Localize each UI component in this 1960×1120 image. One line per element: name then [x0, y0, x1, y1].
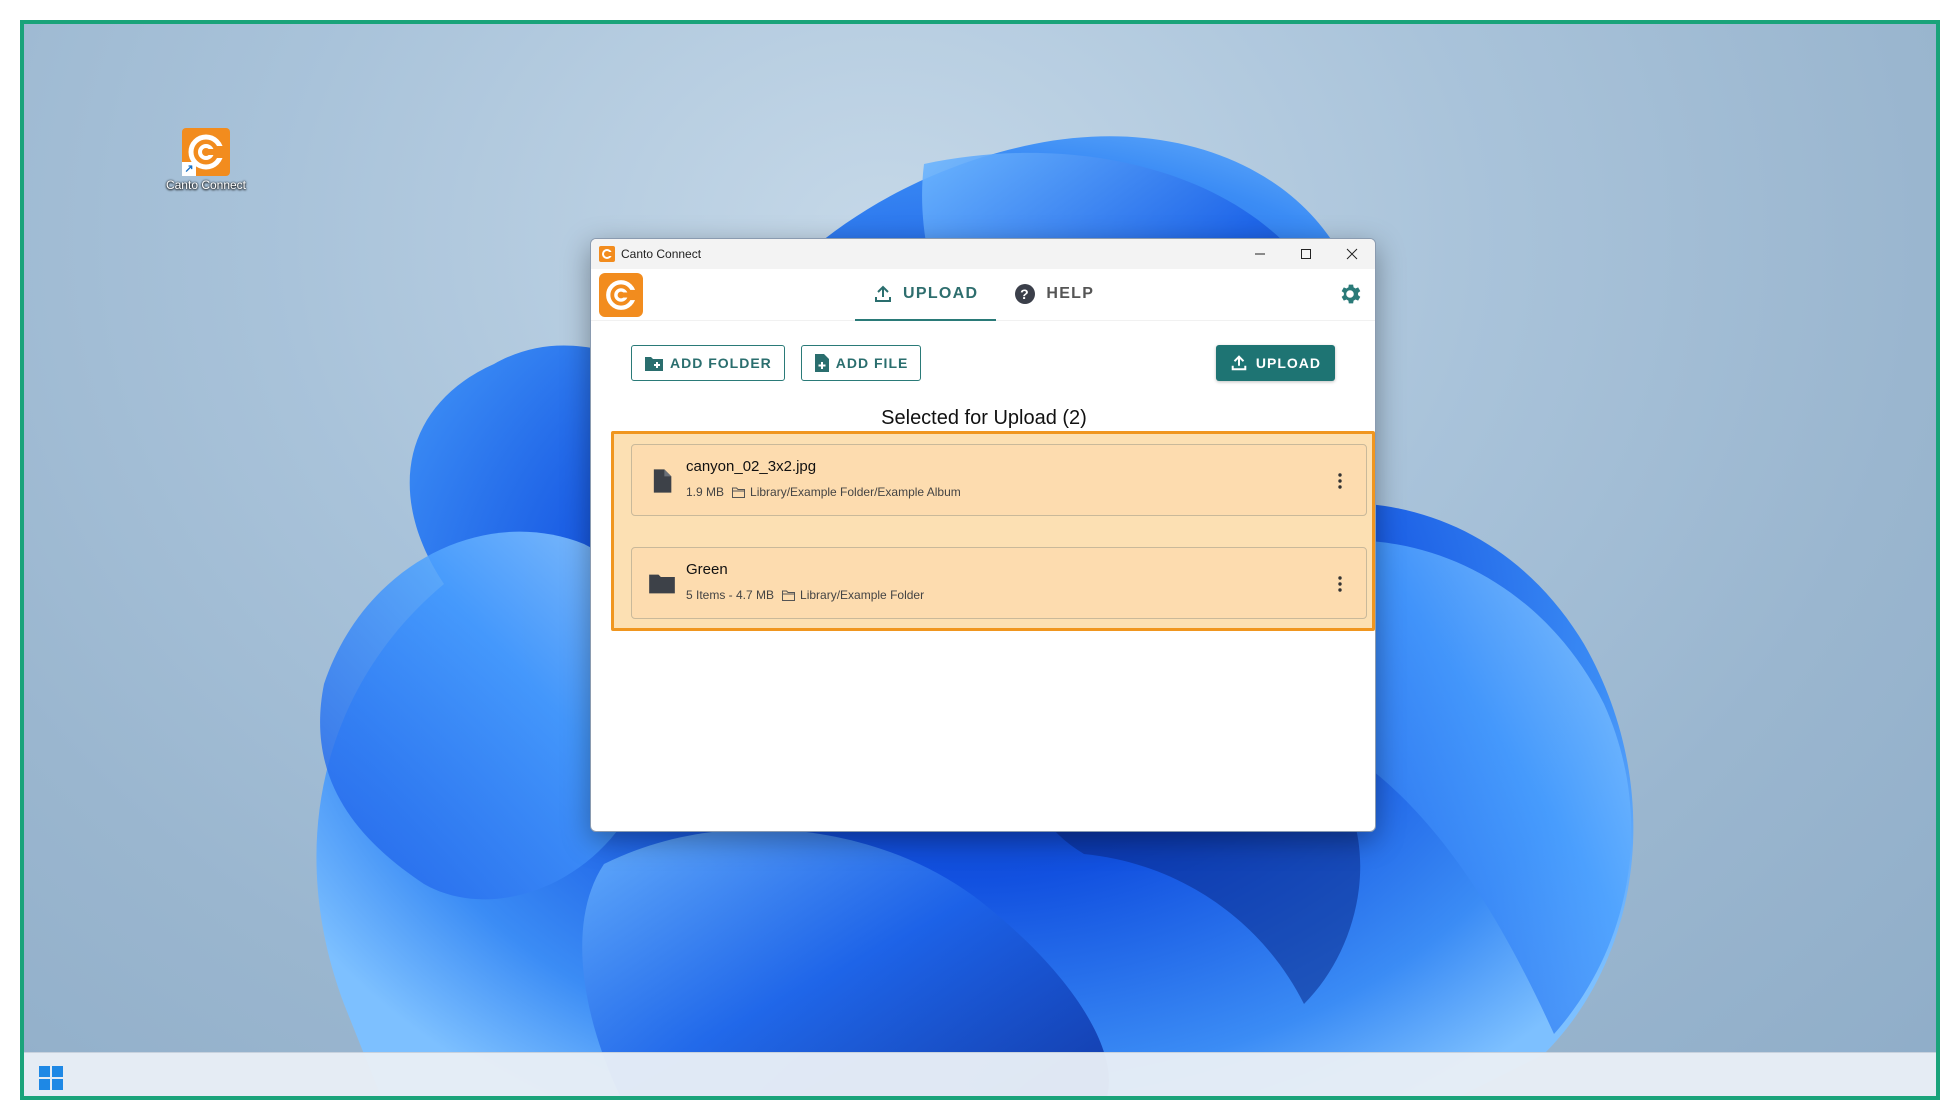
taskbar	[24, 1052, 1936, 1096]
folder-icon	[649, 574, 675, 594]
tab-upload[interactable]: UPLOAD	[855, 269, 997, 321]
folder-add-icon	[645, 357, 663, 371]
windows-start-icon[interactable]	[38, 1065, 64, 1091]
list-item[interactable]: Green 5 Items - 4.7 MB Library/Example F…	[631, 547, 1367, 619]
tab-help-label: HELP	[1046, 285, 1095, 302]
gear-icon[interactable]	[1337, 281, 1363, 307]
file-add-icon	[814, 354, 829, 372]
screenshot-frame: ↗ Canto Connect Canto Connect UPLOAD ? H…	[20, 20, 1940, 1100]
item-name: canyon_02_3x2.jpg	[686, 458, 817, 475]
folder-outline-icon	[782, 590, 796, 601]
upload-button[interactable]: UPLOAD	[1215, 345, 1335, 381]
more-vertical-icon[interactable]	[1336, 471, 1344, 491]
list-item[interactable]: canyon_02_3x2.jpg 1.9 MB Library/Example…	[631, 444, 1367, 516]
desktop-shortcut-label: Canto Connect	[165, 178, 247, 192]
upload-button-label: UPLOAD	[1255, 355, 1321, 371]
canto-logo-icon	[599, 273, 643, 317]
more-vertical-icon[interactable]	[1336, 574, 1344, 594]
canto-app-icon	[599, 246, 615, 262]
app-header: UPLOAD ? HELP	[591, 269, 1375, 321]
close-button[interactable]	[1329, 239, 1375, 269]
maximize-icon	[1301, 249, 1311, 259]
svg-text:?: ?	[1020, 286, 1030, 302]
add-file-button[interactable]: ADD FILE	[800, 345, 922, 381]
selected-for-upload-title: Selected for Upload (2)	[881, 407, 1087, 429]
minimize-icon	[1255, 253, 1265, 255]
item-destination: Library/Example Folder	[800, 588, 925, 602]
shortcut-arrow-icon: ↗	[182, 162, 196, 176]
add-file-label: ADD FILE	[835, 355, 909, 371]
add-folder-label: ADD FOLDER	[670, 355, 772, 371]
item-name: Green	[686, 561, 728, 578]
desktop-shortcut-canto-connect[interactable]: ↗ Canto Connect	[156, 128, 256, 192]
canto-app-icon: ↗	[182, 128, 230, 176]
maximize-button[interactable]	[1283, 239, 1329, 269]
folder-outline-icon	[732, 487, 746, 498]
item-size: 1.9 MB	[686, 485, 725, 499]
tab-upload-label: UPLOAD	[903, 285, 979, 302]
item-size: 5 Items - 4.7 MB	[686, 588, 775, 602]
file-icon	[653, 469, 672, 493]
item-destination: Library/Example Folder/Example Album	[750, 485, 961, 499]
close-icon	[1346, 248, 1358, 260]
add-folder-button[interactable]: ADD FOLDER	[631, 345, 785, 381]
window-titlebar[interactable]: Canto Connect	[591, 239, 1375, 269]
upload-icon	[1231, 355, 1247, 371]
window-title: Canto Connect	[621, 247, 702, 261]
tab-help[interactable]: ? HELP	[996, 269, 1112, 321]
help-circle-icon: ?	[1015, 284, 1036, 304]
upload-icon	[875, 285, 891, 302]
selection-highlight: canyon_02_3x2.jpg 1.9 MB Library/Example…	[611, 431, 1375, 631]
minimize-button[interactable]	[1237, 239, 1283, 269]
